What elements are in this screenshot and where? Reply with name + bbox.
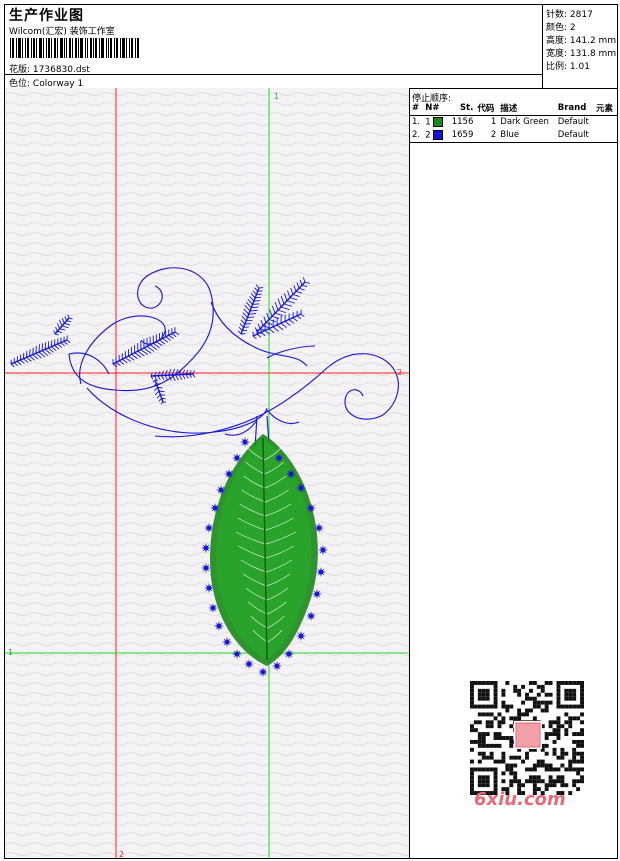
- stat-colors: 颜色: 2: [546, 23, 576, 33]
- embroidery-preview: [5, 88, 409, 858]
- marker-right-red: 2: [397, 368, 403, 377]
- col-brand: Brand: [555, 101, 594, 116]
- qr-code: [470, 681, 584, 795]
- company-name: Wilcom(汇宏) 装饰工作室: [9, 27, 115, 37]
- col-element: 元素: [594, 101, 617, 116]
- stat-width: 宽度: 131.8 mm: [546, 49, 617, 59]
- stat-scale: 比例: 1.01: [546, 62, 590, 72]
- stop-sequence-table: # N# St. 代码 描述 Brand 元素 1. 1 1156 1 Dark…: [410, 101, 617, 141]
- sheet-header: 生产作业图 Wilcom(汇宏) 装饰工作室 花版: 1736830.dst 色…: [5, 5, 617, 89]
- watermark-site: 6xiu.com: [474, 789, 566, 810]
- stat-stitches: 针数: 2817: [546, 10, 593, 20]
- marker-top-green: 1: [274, 92, 280, 101]
- color-swatch: [433, 117, 444, 127]
- col-index: #: [410, 101, 424, 116]
- stat-height: 高度: 141.2 mm: [546, 36, 617, 46]
- col-description: 描述: [498, 101, 556, 116]
- marker-bottom-red: 2: [119, 850, 125, 858]
- barcode: [10, 38, 139, 58]
- color-swatch: [433, 129, 444, 140]
- col-n: N#: [423, 101, 448, 116]
- sheet-title: 生产作业图: [9, 8, 84, 24]
- col-stitches: St.: [447, 101, 476, 116]
- table-row[interactable]: 1. 1 1156 1 Dark Green Default: [410, 116, 617, 129]
- table-header-row: # N# St. 代码 描述 Brand 元素: [410, 101, 617, 116]
- marker-left-green: 1: [8, 648, 14, 657]
- col-code: 代码: [475, 101, 499, 116]
- table-row[interactable]: 2. 2 1659 2 Blue Default: [410, 129, 617, 142]
- design-canvas[interactable]: 1 2 1 2: [5, 88, 410, 858]
- stats-box: 针数: 2817 颜色: 2 高度: 141.2 mm 宽度: 131.8 mm…: [542, 5, 617, 88]
